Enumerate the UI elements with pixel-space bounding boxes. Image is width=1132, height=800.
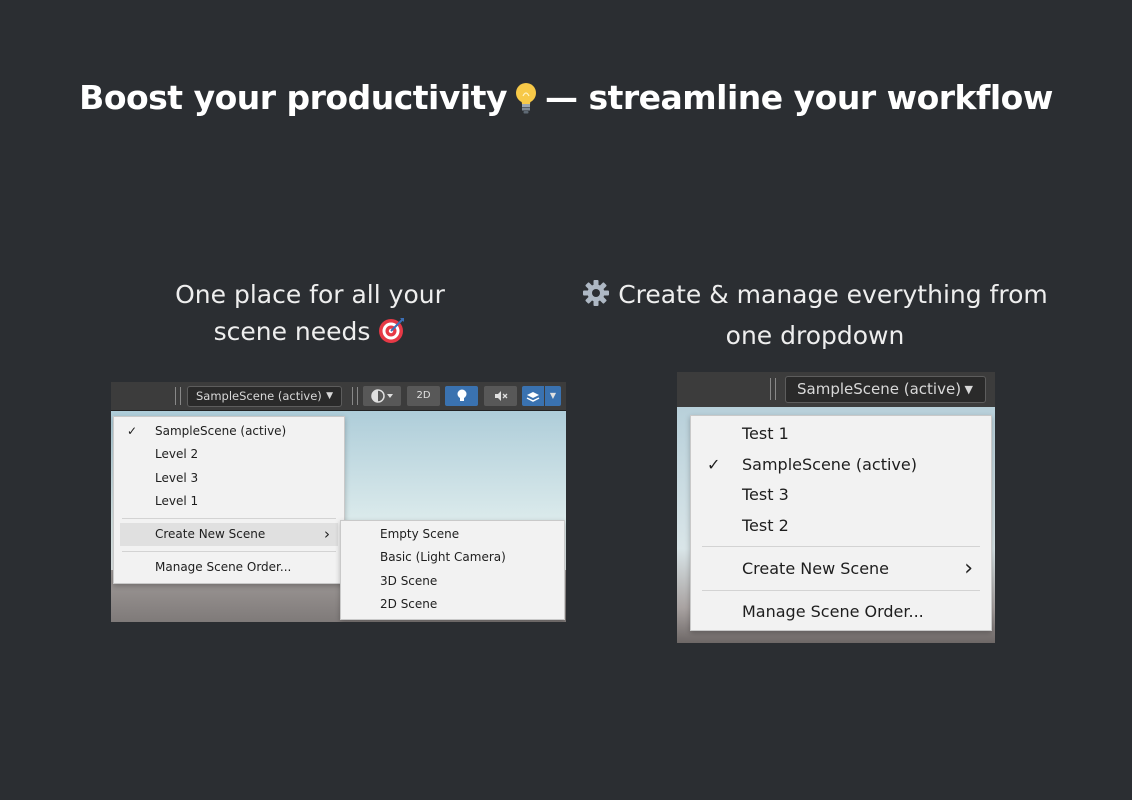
scene-toolbar: SampleScene (active) ▼ 2D ▼ [111, 382, 566, 411]
left-screenshot: SampleScene (active) ▼ 2D ▼ ✓ SampleScen… [111, 382, 566, 622]
lighting-toggle-button[interactable] [445, 386, 478, 406]
submenu-item-label: 2D Scene [380, 597, 438, 611]
menu-item-create-new-scene[interactable]: Create New Scene › [691, 553, 991, 584]
heading-part-2: — streamline your workflow [544, 78, 1053, 117]
toolbar-grip[interactable] [770, 378, 776, 400]
checkmark-icon: ✓ [707, 455, 721, 474]
menu-item-scene[interactable]: Test 2 [691, 510, 991, 541]
effects-icon [525, 392, 541, 409]
scene-dropdown-label: SampleScene (active) [196, 389, 322, 403]
submenu-item-label: 3D Scene [380, 574, 438, 588]
right-caption-line-1: Create & manage everything from [560, 276, 1070, 317]
menu-separator [122, 518, 336, 519]
lightbulb-icon [513, 81, 539, 115]
menu-item-label: Manage Scene Order... [742, 602, 924, 621]
menu-item-label: SampleScene (active) [155, 424, 287, 438]
menu-item-label: SampleScene (active) [742, 455, 917, 474]
chevron-right-icon: › [964, 556, 973, 581]
submenu-item-basic-scene[interactable]: Basic (Light Camera) [341, 546, 564, 569]
menu-separator [702, 546, 980, 547]
toolbar-grip[interactable] [352, 387, 358, 405]
submenu-item-label: Basic (Light Camera) [380, 550, 506, 564]
shading-mode-icon [367, 389, 397, 409]
menu-item-create-new-scene[interactable]: Create New Scene › [120, 523, 338, 546]
toolbar-grip[interactable] [175, 387, 181, 405]
checkmark-icon: ✓ [127, 424, 138, 438]
scene-dropdown-menu: ✓ SampleScene (active) Level 2 Level 3 L… [113, 416, 345, 584]
menu-separator [122, 551, 336, 552]
gear-icon [582, 279, 610, 317]
audio-mute-icon [492, 391, 510, 409]
left-caption-line-2: scene needs [130, 313, 490, 354]
menu-item-label: Level 2 [155, 447, 199, 461]
menu-item-label: Manage Scene Order... [155, 560, 292, 574]
menu-separator [702, 590, 980, 591]
menu-item-scene[interactable]: ✓ SampleScene (active) [691, 449, 991, 480]
target-icon [378, 316, 406, 354]
shading-mode-button[interactable] [363, 386, 401, 406]
dropdown-caret-icon: ▼ [964, 383, 973, 396]
menu-item-scene[interactable]: Level 3 [114, 467, 344, 490]
scene-dropdown-label: SampleScene (active) [797, 380, 962, 398]
menu-item-label: Test 1 [742, 424, 789, 443]
page-heading: Boost your productivity — streamline you… [0, 78, 1132, 117]
submenu-item-label: Empty Scene [380, 527, 460, 541]
menu-item-label: Level 3 [155, 471, 199, 485]
submenu-item-3d-scene[interactable]: 3D Scene [341, 570, 564, 593]
right-caption: Create & manage everything from one drop… [560, 276, 1070, 354]
left-caption-text: scene needs [213, 317, 371, 346]
scene-dropdown[interactable]: SampleScene (active) ▼ [187, 386, 342, 407]
submenu-item-2d-scene[interactable]: 2D Scene [341, 593, 564, 616]
scene-toolbar: SampleScene (active) ▼ [677, 372, 995, 407]
menu-item-scene[interactable]: Test 3 [691, 479, 991, 510]
lighting-icon [455, 389, 469, 409]
audio-toggle-button[interactable] [484, 386, 517, 406]
chevron-right-icon: › [324, 525, 330, 543]
menu-item-scene[interactable]: Level 1 [114, 490, 344, 513]
menu-item-label: Create New Scene [742, 559, 890, 578]
scene-dropdown-menu: Test 1 ✓ SampleScene (active) Test 3 Tes… [690, 415, 992, 631]
menu-item-scene[interactable]: ✓ SampleScene (active) [114, 420, 344, 443]
menu-item-label: Level 1 [155, 494, 199, 508]
menu-item-label: Test 2 [742, 516, 789, 535]
2d-toggle-button[interactable]: 2D [407, 386, 440, 406]
right-screenshot: SampleScene (active) ▼ Test 1 ✓ SampleSc… [677, 372, 995, 643]
menu-item-scene[interactable]: Test 1 [691, 418, 991, 449]
heading-part-1: Boost your productivity [79, 78, 507, 117]
effects-dropdown-button[interactable]: ▼ [545, 386, 561, 406]
dropdown-caret-icon: ▼ [326, 391, 333, 401]
right-caption-line-2: one dropdown [725, 321, 905, 350]
submenu-item-empty-scene[interactable]: Empty Scene [341, 523, 564, 546]
menu-item-scene[interactable]: Level 2 [114, 443, 344, 466]
scene-dropdown[interactable]: SampleScene (active) ▼ [785, 376, 986, 403]
2d-label: 2D [416, 390, 431, 401]
right-caption-text-1: Create & manage everything from [618, 280, 1048, 309]
menu-item-manage-scene-order[interactable]: Manage Scene Order... [691, 596, 991, 627]
menu-item-label: Test 3 [742, 485, 789, 504]
effects-toggle-button[interactable] [522, 386, 544, 406]
menu-item-manage-scene-order[interactable]: Manage Scene Order... [114, 556, 344, 579]
create-new-scene-submenu: Empty Scene Basic (Light Camera) 3D Scen… [340, 520, 565, 620]
left-caption-line-1: One place for all your [175, 280, 445, 309]
menu-item-label: Create New Scene [155, 527, 266, 541]
left-caption: One place for all your scene needs [130, 276, 490, 354]
dropdown-arrow-icon: ▼ [549, 391, 557, 400]
